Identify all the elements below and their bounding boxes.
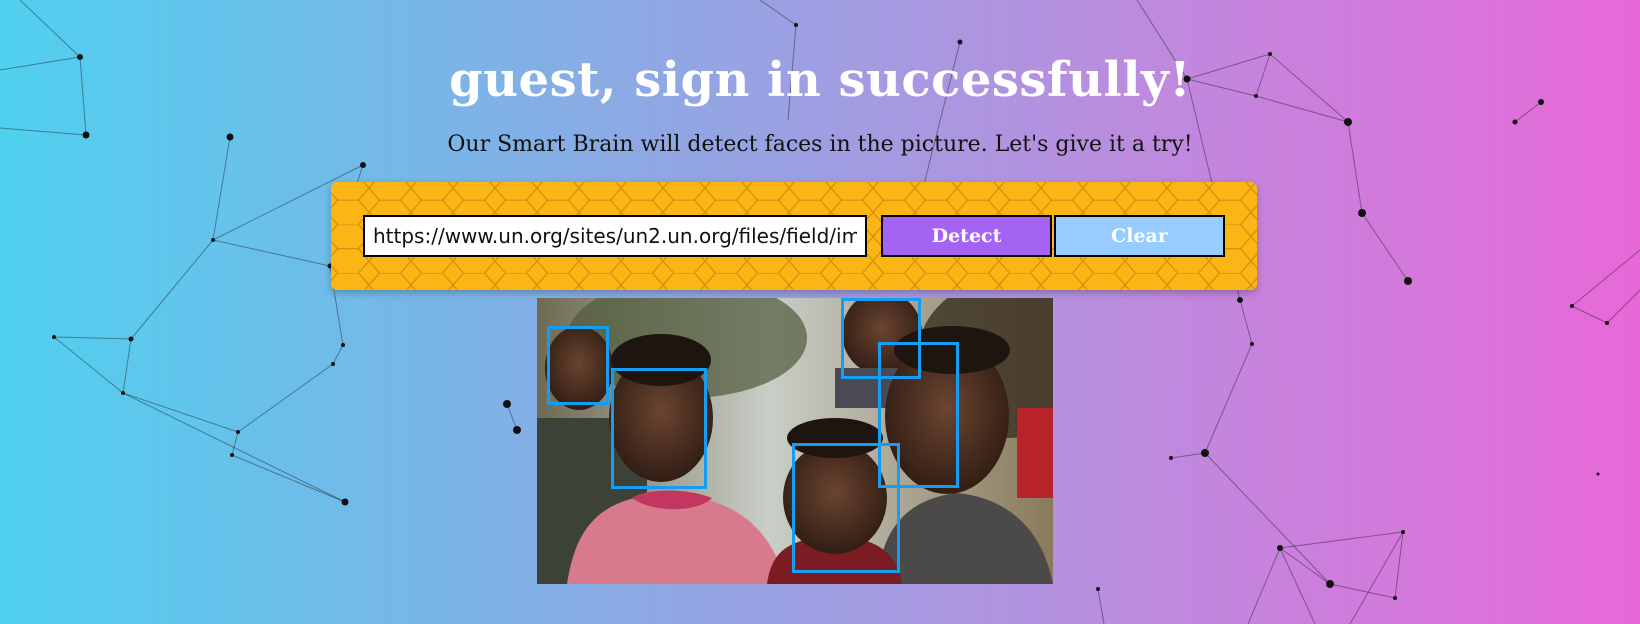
face-bounding-box [547, 326, 609, 405]
detect-button[interactable]: Detect [881, 215, 1052, 257]
clear-button[interactable]: Clear [1054, 215, 1225, 257]
face-bounding-box [792, 443, 900, 573]
main-content: guest, sign in successfully! Our Smart B… [0, 0, 1640, 624]
image-url-form: Detect Clear [331, 182, 1257, 290]
face-bounding-box [611, 368, 707, 489]
result-image [537, 298, 1053, 584]
app-tagline: Our Smart Brain will detect faces in the… [447, 132, 1193, 157]
image-url-input[interactable] [363, 215, 867, 257]
sign-in-greeting: guest, sign in successfully! [449, 52, 1191, 108]
